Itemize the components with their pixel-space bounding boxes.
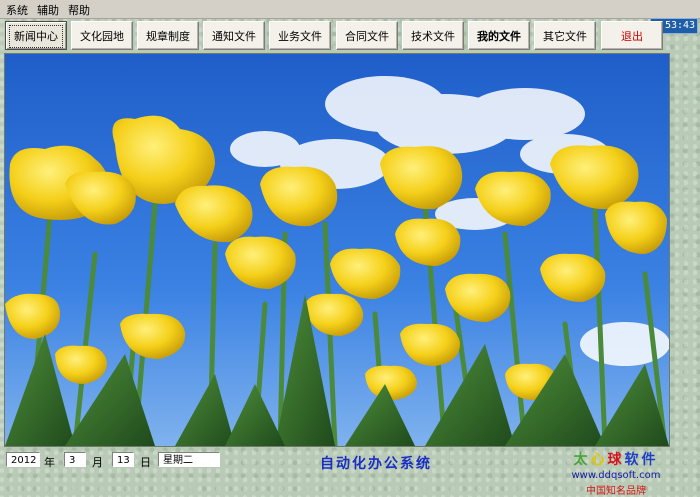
brand-name: 太心球软件	[556, 449, 676, 469]
weekday-field: 星期二	[158, 452, 220, 467]
tab-tech-files[interactable]: 技术文件	[402, 21, 464, 50]
menu-help[interactable]: 帮助	[68, 2, 90, 18]
module-toolbar: 新闻中心 文化园地 规章制度 通知文件 业务文件 合同文件 技术文件 我的文件 …	[0, 18, 663, 53]
month-field: 3	[64, 452, 86, 467]
tab-news-center[interactable]: 新闻中心	[5, 21, 67, 50]
tulip-image	[5, 54, 669, 446]
tab-other-files[interactable]: 其它文件	[534, 21, 596, 50]
menu-assist[interactable]: 辅助	[37, 2, 59, 18]
brand-slogan: 中国知名品牌	[586, 486, 646, 497]
tab-contract-files[interactable]: 合同文件	[336, 21, 398, 50]
brand-char-3: 球	[607, 452, 625, 468]
menu-system[interactable]: 系统	[6, 2, 28, 18]
status-bar: 2012 年 3 月 13 日 星期二 自动化办公系统 太心球软件 www.dd…	[0, 449, 700, 497]
month-label: 月	[92, 456, 103, 469]
brand-char-1: 太	[573, 452, 591, 468]
day-label: 日	[140, 456, 151, 469]
tab-regulations[interactable]: 规章制度	[137, 21, 199, 50]
year-field: 2012	[6, 452, 40, 467]
banner-photo	[4, 53, 670, 447]
tab-my-files[interactable]: 我的文件	[468, 21, 530, 50]
exit-button[interactable]: 退出	[601, 21, 663, 50]
tab-business-files[interactable]: 业务文件	[269, 21, 331, 50]
menu-bar: 系统 辅助 帮助	[0, 0, 700, 19]
year-label: 年	[44, 456, 55, 469]
brand-logo: 太心球软件 www.ddqsoft.com 中国知名品牌	[556, 449, 676, 497]
brand-char-4: 软件	[624, 452, 659, 468]
tab-news-center-label: 新闻中心	[9, 25, 63, 48]
tab-notices[interactable]: 通知文件	[203, 21, 265, 50]
tab-culture[interactable]: 文化园地	[71, 21, 133, 50]
day-field: 13	[112, 452, 134, 467]
brand-url[interactable]: www.ddqsoft.com	[556, 470, 676, 481]
brand-char-2: 心	[590, 452, 608, 468]
system-title: 自动化办公系统	[320, 456, 432, 472]
